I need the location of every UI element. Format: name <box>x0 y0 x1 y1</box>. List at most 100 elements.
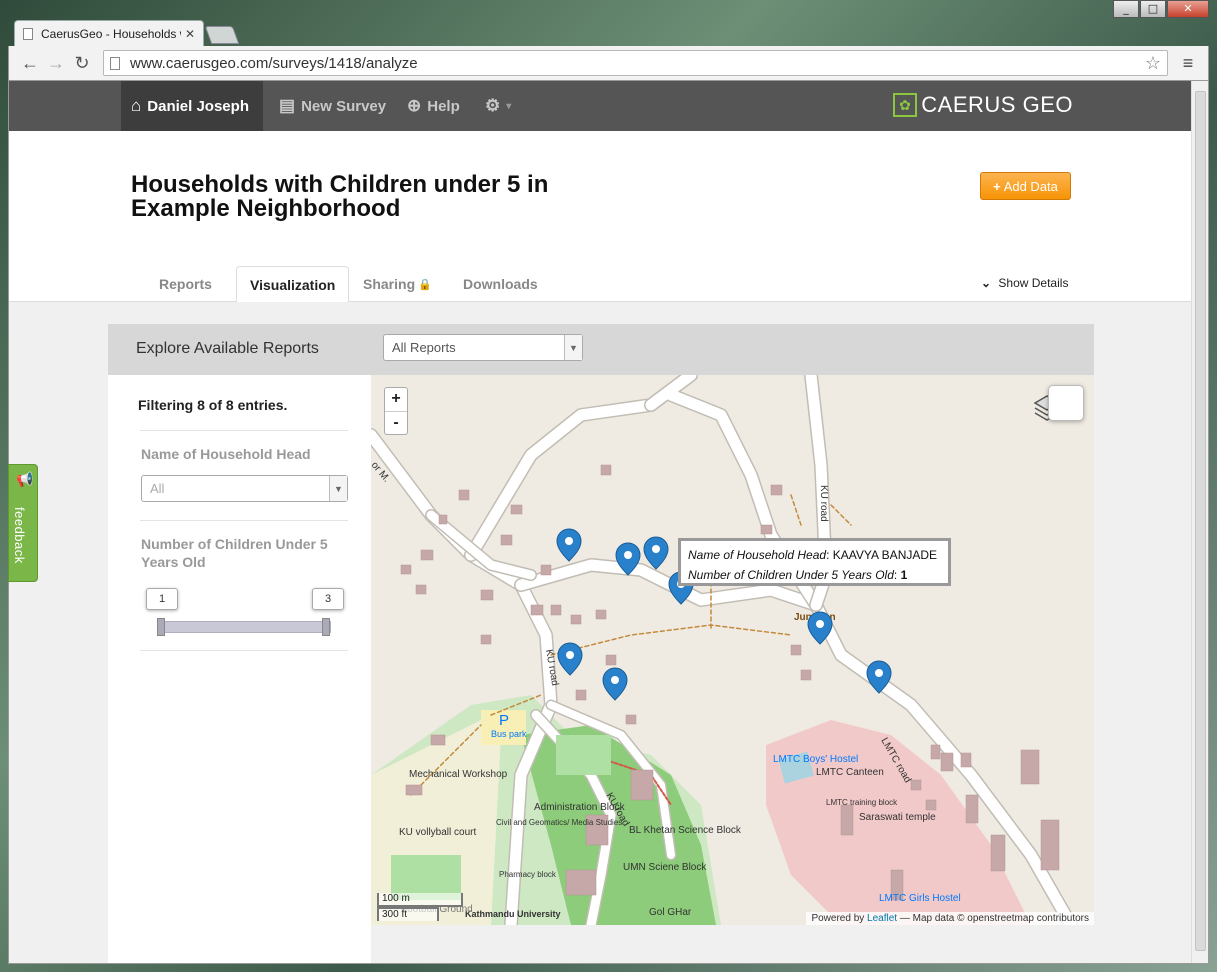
nav-settings[interactable]: ⚙ ▾ <box>485 81 511 131</box>
filter-sidebar: Filtering 8 of 8 entries. Name of Househ… <box>108 375 371 963</box>
poi-label: LMTC Canteen <box>816 767 884 778</box>
add-data-label: Add Data <box>1003 178 1058 194</box>
attribution-prefix: Powered by <box>811 913 865 924</box>
popup-row-children: Number of Children Under 5 Years Old: 1 <box>688 568 908 582</box>
feedback-label: feedback <box>12 507 27 564</box>
poi-label: Kathmandu University <box>465 909 561 919</box>
close-tab-icon[interactable]: ✕ <box>185 27 195 41</box>
divider <box>140 650 348 651</box>
slider-min-tooltip: 1 <box>146 588 178 610</box>
poi-label: Administration Block <box>534 802 626 813</box>
page-scrollbar[interactable] <box>1191 81 1208 963</box>
map-marker[interactable] <box>643 536 669 570</box>
map-marker[interactable] <box>557 642 583 676</box>
home-icon: ⌂ <box>131 96 142 115</box>
layers-button[interactable] <box>1048 385 1084 421</box>
tab-sharing[interactable]: Sharing 🔒 <box>350 266 445 302</box>
address-bar[interactable]: www.caerusgeo.com/surveys/1418/analyze ☆ <box>103 50 1168 76</box>
tab-reports[interactable]: Reports <box>146 266 225 302</box>
brand-logo[interactable]: ✿ CAERUS GEO <box>893 92 1073 118</box>
attribution-suffix: — Map data © openstreetmap contributors <box>899 913 1089 924</box>
poi-label: LMTC Boys' Hostel <box>773 754 858 765</box>
household-head-value: All <box>150 481 165 496</box>
nav-new-survey-label: New Survey <box>301 97 387 115</box>
map-marker[interactable] <box>556 528 582 562</box>
new-tab-button[interactable] <box>204 26 240 44</box>
chevron-down-icon: ⌄ <box>981 276 992 290</box>
tab-visualization-label: Visualization <box>250 276 336 293</box>
slider-min-handle[interactable] <box>157 618 165 636</box>
poi-label: LMTC Girls Hostel <box>879 893 961 904</box>
leaflet-link[interactable]: Leaflet <box>867 913 897 924</box>
map-attribution: Powered by Leaflet — Map data © openstre… <box>806 912 1094 925</box>
close-window-button[interactable]: ✕ <box>1167 0 1209 18</box>
megaphone-icon: 📢 <box>16 471 34 487</box>
window-controls: _ □ ✕ <box>1112 0 1209 18</box>
maximize-button[interactable]: □ <box>1140 0 1166 18</box>
household-head-select[interactable]: All ▼ <box>141 475 348 502</box>
nav-new-survey[interactable]: ▤ New Survey <box>279 81 386 131</box>
caret-down-icon: ▾ <box>506 100 512 112</box>
add-data-button[interactable]: + Add Data <box>980 172 1071 200</box>
menu-icon[interactable]: ≡ <box>1176 53 1200 74</box>
popup-field-label: Number of Children Under 5 Years Old <box>688 568 894 582</box>
scale-imperial: 300 ft <box>377 907 439 921</box>
browser-toolbar: ← → ↻ www.caerusgeo.com/surveys/1418/ana… <box>8 46 1209 80</box>
children-range-slider[interactable] <box>158 621 331 633</box>
browser-tabstrip: CaerusGeo - Households w ✕ <box>14 20 240 46</box>
poi-label: Bus park <box>491 729 527 739</box>
nav-user-label: Daniel Joseph <box>147 97 249 115</box>
browser-tab[interactable]: CaerusGeo - Households w ✕ <box>14 20 204 46</box>
zoom-in-button[interactable]: + <box>385 388 407 411</box>
chevron-down-icon: ▼ <box>564 335 582 360</box>
map-tiles: or M. KU road KU road LMTC road KU road … <box>371 375 1078 925</box>
document-icon <box>23 27 33 40</box>
explore-label: Explore Available Reports <box>136 340 319 357</box>
scrollbar-thumb[interactable] <box>1195 91 1206 951</box>
filter-count: Filtering 8 of 8 entries. <box>138 397 288 413</box>
lock-icon: 🔒 <box>418 278 432 291</box>
minimize-button[interactable]: _ <box>1113 0 1139 18</box>
chevron-down-icon: ▼ <box>329 476 347 501</box>
zoom-control: + - <box>384 387 408 435</box>
nav-help-label: Help <box>427 97 460 115</box>
popup-field-value: KAAVYA BANJADE <box>832 548 938 562</box>
reload-icon[interactable]: ↻ <box>69 53 95 74</box>
tab-downloads[interactable]: Downloads <box>450 266 551 302</box>
top-navbar: ⌂ Daniel Joseph ▤ New Survey ⊕ Help ⚙ ▾ … <box>9 81 1193 131</box>
tab-visualization[interactable]: Visualization <box>236 266 350 303</box>
slider-max-handle[interactable] <box>322 618 330 636</box>
report-bar: Explore Available Reports All Reports ▼ <box>108 324 1094 375</box>
children-label: Number of Children Under 5 Years Old <box>141 536 328 570</box>
poi-label: BL Khetan Science Block <box>629 825 742 836</box>
zoom-out-button[interactable]: - <box>385 411 407 434</box>
brand-name: CAERUS GEO <box>921 92 1073 117</box>
page-title: Households with Children under 5 in Exam… <box>131 171 549 222</box>
scale-metric: 100 m <box>377 893 463 907</box>
show-details-label: Show Details <box>998 276 1069 290</box>
show-details-toggle[interactable]: ⌄ Show Details <box>981 276 1068 290</box>
back-icon[interactable]: ← <box>17 53 43 74</box>
road-label: KU road <box>818 485 829 522</box>
nav-help[interactable]: ⊕ Help <box>407 81 460 131</box>
map-marker[interactable] <box>602 667 628 701</box>
plus-circle-icon: ⊕ <box>407 96 422 115</box>
file-icon: ▤ <box>279 96 296 115</box>
poi-label: Pharmacy block <box>499 870 557 879</box>
poi-label: KU vollyball court <box>399 827 476 838</box>
plus-icon: + <box>993 178 1001 194</box>
divider <box>140 520 348 521</box>
page-viewport: ⌂ Daniel Joseph ▤ New Survey ⊕ Help ⚙ ▾ … <box>8 80 1209 964</box>
url-text[interactable]: www.caerusgeo.com/surveys/1418/analyze <box>130 55 1145 72</box>
feedback-tab[interactable]: 📢 feedback <box>8 464 38 582</box>
tree-logo-icon: ✿ <box>893 93 918 117</box>
forward-icon[interactable]: → <box>43 53 69 74</box>
page-icon <box>110 56 120 70</box>
slider-max-tooltip: 3 <box>312 588 344 610</box>
poi-label: UMN Sciene Block <box>623 862 707 873</box>
star-icon[interactable]: ☆ <box>1145 53 1161 74</box>
reports-select[interactable]: All Reports ▼ <box>383 334 583 361</box>
map-view[interactable]: or M. KU road KU road LMTC road KU road … <box>371 375 1094 925</box>
nav-user[interactable]: ⌂ Daniel Joseph <box>121 81 263 131</box>
parking-label: P <box>499 712 509 729</box>
